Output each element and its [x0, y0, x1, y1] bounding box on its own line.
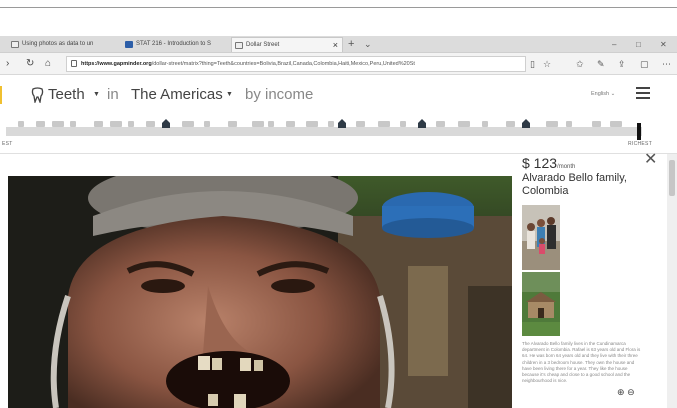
family-info-panel: $ 123/month ✕ Alvarado Bello family, Col… — [512, 152, 667, 408]
by-income-label: by income — [245, 86, 314, 103]
tab-list-icon[interactable]: ⌄ — [364, 37, 372, 51]
poorest-label: EST — [2, 141, 13, 147]
reading-view-icon[interactable]: ▯ — [530, 58, 535, 70]
house-marker-icon[interactable] — [522, 119, 530, 128]
close-icon[interactable]: ✕ — [644, 152, 657, 168]
income-marker — [610, 121, 622, 127]
income-marker — [436, 121, 445, 127]
url-field[interactable]: https://www.gapminder.org/dollar-street/… — [66, 56, 526, 72]
close-window-button[interactable]: ✕ — [660, 38, 667, 51]
url-path: /dollar-street/matrix?thing=Teeth&countr… — [151, 61, 415, 67]
chevron-down-icon[interactable]: ▼ — [226, 86, 233, 104]
tab-label: Dollar Street — [246, 42, 280, 48]
divider — [0, 7, 677, 8]
house-marker-icon[interactable] — [418, 119, 426, 128]
language-select[interactable]: English ⌄ — [591, 89, 615, 99]
in-label: in — [107, 86, 119, 103]
income-marker — [94, 121, 103, 127]
income-marker — [546, 121, 558, 127]
income-distribution — [6, 121, 642, 127]
income-marker — [128, 121, 134, 127]
thing-select[interactable]: Teeth — [48, 86, 85, 104]
accent-bar — [0, 86, 2, 104]
per-month-label: /month — [557, 164, 576, 170]
income-marker — [182, 121, 194, 127]
income-marker — [52, 121, 64, 127]
income-marker — [18, 121, 24, 127]
income-marker — [378, 121, 390, 127]
income-marker — [268, 121, 274, 127]
zoom-in-icon[interactable]: ⊕ — [617, 387, 625, 397]
income-marker — [506, 121, 515, 127]
favorites-icon[interactable]: ✩ — [576, 58, 584, 70]
income-marker — [400, 121, 406, 127]
income-marker — [146, 121, 155, 127]
family-description: The Alvarado Bello family lives in the C… — [522, 341, 641, 384]
new-tab-button[interactable]: + — [348, 37, 354, 51]
income-marker — [252, 121, 264, 127]
url-host: https://www.gapminder.org — [81, 61, 152, 67]
income-marker — [36, 121, 45, 127]
page-icon — [235, 42, 243, 49]
region-select[interactable]: The Americas — [131, 86, 223, 104]
tooth-icon — [31, 87, 44, 103]
family-photo[interactable] — [8, 176, 512, 408]
close-tab-icon[interactable]: × — [333, 38, 338, 52]
page-icon — [11, 41, 19, 48]
home-button[interactable]: ⌂ — [45, 57, 51, 71]
notes-icon[interactable]: ✎ — [597, 58, 605, 70]
tab-label: STAT 216 - Introduction to S — [136, 41, 212, 47]
tab-label: Using photos as data to un — [22, 41, 94, 47]
income-marker — [204, 121, 210, 127]
gapminder-toolbar: Teeth ▼ in The Americas ▼ by income Engl… — [0, 76, 677, 114]
refresh-button[interactable]: ↻ — [26, 57, 34, 71]
zoom-out-icon[interactable]: ⊖ — [627, 387, 635, 397]
income-marker — [286, 121, 295, 127]
hamburger-menu-icon[interactable] — [636, 87, 650, 99]
income-marker — [110, 121, 122, 127]
maximize-button[interactable]: □ — [636, 38, 641, 51]
slider-handle[interactable] — [636, 123, 641, 140]
tab-stat216[interactable]: STAT 216 - Introduction to S — [122, 37, 230, 52]
minimize-button[interactable]: – — [612, 38, 616, 51]
family-portrait-image — [522, 205, 560, 270]
family-thumbnail[interactable] — [522, 205, 560, 270]
house-thumbnail[interactable] — [522, 272, 560, 336]
house-marker-icon[interactable] — [338, 119, 346, 128]
income-marker — [458, 121, 470, 127]
income-marker — [356, 121, 365, 127]
favorite-star-icon[interactable]: ☆ — [543, 58, 551, 70]
income-marker — [482, 121, 488, 127]
chevron-down-icon[interactable]: ▼ — [93, 86, 100, 104]
income-marker — [306, 121, 318, 127]
scrollbar-thumb[interactable] — [669, 160, 675, 196]
forward-button[interactable]: › — [6, 57, 9, 71]
tab-using-photos[interactable]: Using photos as data to un — [8, 37, 120, 52]
richest-label: RICHEST — [628, 141, 653, 147]
income-marker — [70, 121, 76, 127]
house-image — [522, 272, 560, 336]
family-name: Alvarado Bello family, Colombia — [522, 172, 627, 197]
income-marker — [566, 121, 572, 127]
extensions-icon[interactable]: ▢ — [640, 58, 649, 70]
teeth-photo-image — [8, 176, 512, 408]
income-slider[interactable]: EST RICHEST — [0, 114, 677, 154]
more-icon[interactable]: ⋯ — [662, 58, 671, 70]
income-marker — [328, 121, 334, 127]
share-icon[interactable]: ⇪ — [618, 58, 626, 70]
house-marker-icon[interactable] — [162, 119, 170, 128]
tab-dollar-street[interactable]: Dollar Street × — [231, 37, 343, 52]
app-icon — [125, 41, 133, 48]
slider-track[interactable] — [6, 127, 642, 136]
income-marker — [592, 121, 601, 127]
lock-icon — [71, 60, 77, 67]
zoom-controls[interactable]: ⊕ ⊖ — [614, 386, 638, 398]
income-marker — [228, 121, 237, 127]
top-margin — [0, 0, 677, 36]
